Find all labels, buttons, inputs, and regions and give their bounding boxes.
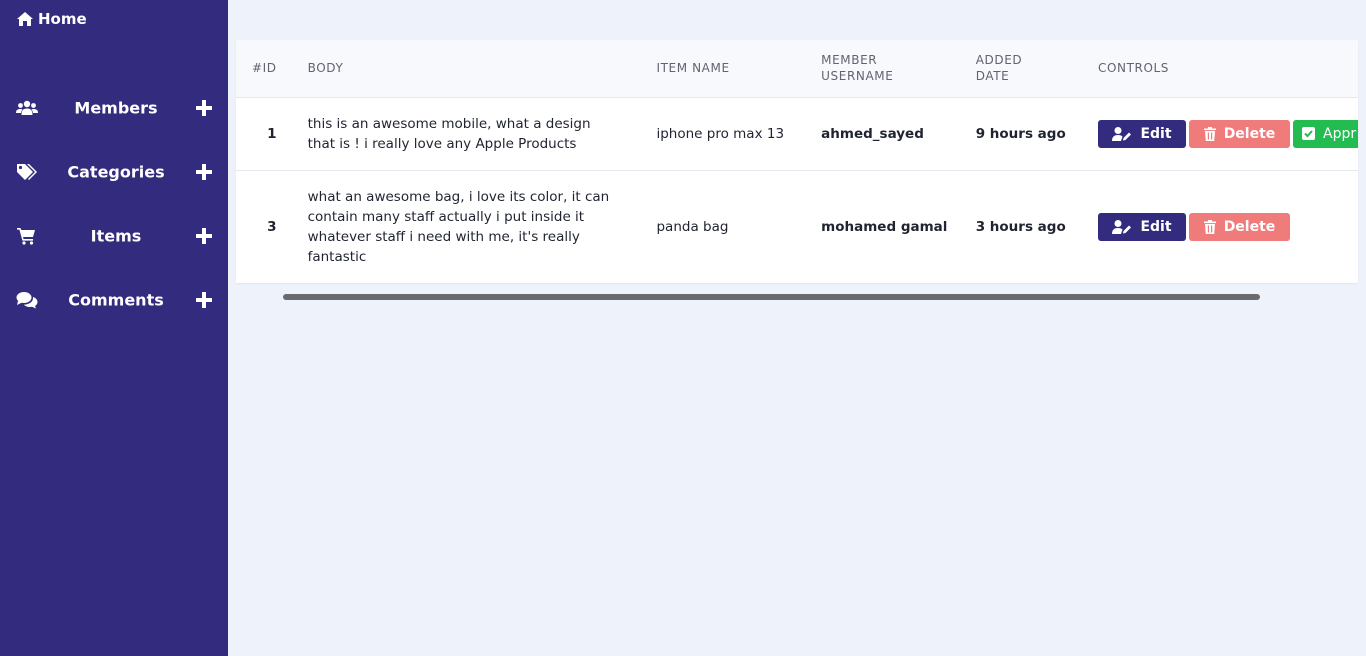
sidebar-item-members[interactable]: Members (0, 88, 228, 128)
plus-icon[interactable] (196, 292, 212, 308)
table-row: 3 what an awesome bag, i love its color,… (236, 170, 1358, 283)
home-icon (17, 12, 33, 26)
home-link[interactable]: Home (16, 10, 87, 28)
cell-controls: Edit Delete (1082, 170, 1358, 283)
plus-icon[interactable] (196, 228, 212, 244)
sidebar-item-label: Comments (68, 290, 164, 310)
table-row: 1 this is an awesome mobile, what a desi… (236, 97, 1358, 170)
tags-icon (16, 163, 38, 181)
plus-icon[interactable] (196, 164, 212, 180)
cell-item-name: panda bag (656, 218, 729, 235)
home-label: Home (38, 10, 87, 28)
check-square-icon (1302, 127, 1315, 140)
approve-button[interactable]: Appr (1293, 119, 1358, 148)
cell-date: 3 hours ago (975, 218, 1066, 235)
users-icon (16, 99, 38, 117)
sidebar: Home Members Categories Items Comments (0, 0, 228, 656)
header-member-line2: USERNAME (821, 69, 894, 84)
user-edit-icon (1112, 219, 1132, 234)
header-member-username: MEMBER USERNAME (805, 40, 960, 97)
edit-button-label: Edit (1140, 218, 1172, 235)
cell-id: 1 (267, 125, 277, 142)
header-added-date: ADDED DATE (960, 40, 1082, 97)
edit-button[interactable]: Edit (1098, 212, 1186, 241)
approve-button-label: Appr (1323, 125, 1357, 142)
edit-button[interactable]: Edit (1098, 119, 1186, 148)
header-id: #ID (252, 61, 277, 76)
delete-button[interactable]: Delete (1189, 119, 1290, 148)
plus-icon[interactable] (196, 100, 212, 116)
header-body: BODY (307, 61, 344, 76)
horizontal-scrollbar[interactable] (283, 294, 1260, 300)
sidebar-item-label: Items (90, 226, 142, 246)
edit-button-label: Edit (1140, 125, 1172, 142)
cart-icon (16, 227, 38, 245)
sidebar-item-items[interactable]: Items (0, 216, 228, 256)
cell-controls: Edit Delete (1082, 97, 1358, 170)
sidebar-item-label: Categories (67, 162, 165, 182)
header-date-line1: ADDED (975, 53, 1023, 68)
user-edit-icon (1112, 126, 1132, 141)
trash-icon (1203, 219, 1216, 234)
cell-body: this is an awesome mobile, what a design… (307, 115, 591, 152)
comments-table-container: #ID BODY ITEM NAME MEMBER USERNAME ADDED… (236, 40, 1358, 283)
cell-member: ahmed_sayed (821, 125, 924, 142)
cell-item-name: iphone pro max 13 (656, 125, 785, 142)
delete-button[interactable]: Delete (1189, 212, 1290, 241)
table-header-row: #ID BODY ITEM NAME MEMBER USERNAME ADDED… (236, 40, 1358, 97)
comments-icon (16, 291, 38, 309)
delete-button-label: Delete (1223, 218, 1276, 235)
comments-table: #ID BODY ITEM NAME MEMBER USERNAME ADDED… (236, 40, 1358, 283)
cell-body: what an awesome bag, i love its color, i… (307, 188, 610, 265)
cell-id: 3 (267, 218, 277, 235)
header-member-line1: MEMBER (821, 53, 878, 68)
delete-button-label: Delete (1223, 125, 1276, 142)
sidebar-item-categories[interactable]: Categories (0, 152, 228, 192)
cell-member: mohamed gamal (821, 218, 948, 235)
header-controls: CONTROLS (1098, 61, 1170, 76)
trash-icon (1203, 126, 1216, 141)
sidebar-item-comments[interactable]: Comments (0, 280, 228, 320)
sidebar-item-label: Members (74, 98, 158, 118)
header-date-line2: DATE (975, 69, 1010, 84)
header-item-name: ITEM NAME (656, 61, 730, 76)
cell-date: 9 hours ago (975, 125, 1066, 142)
